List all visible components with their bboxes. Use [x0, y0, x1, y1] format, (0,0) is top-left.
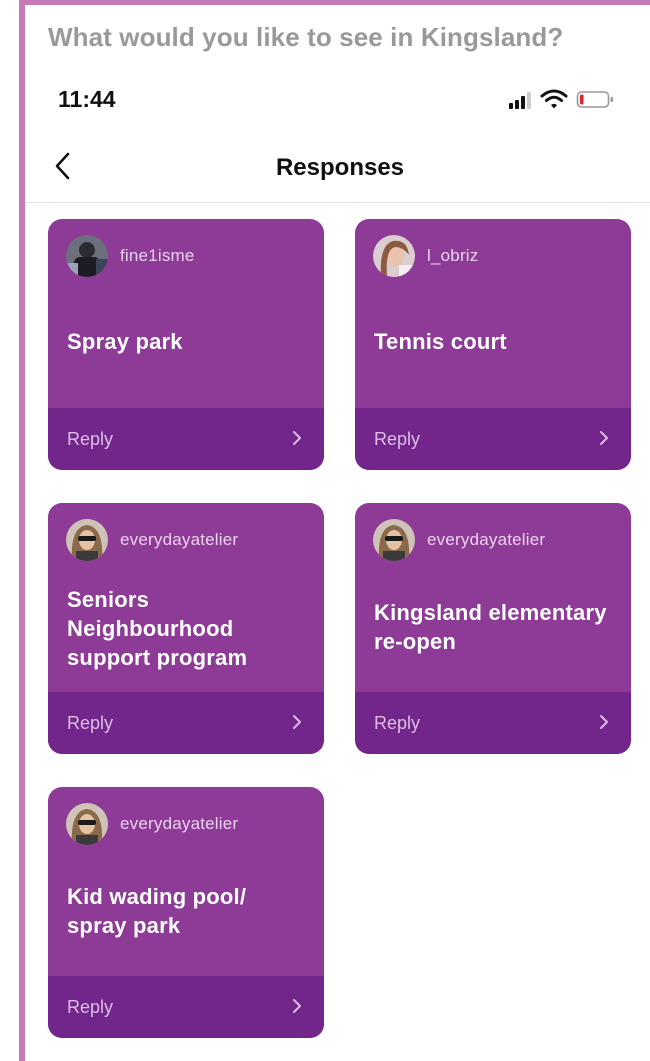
response-card[interactable]: l_obriz Tennis court Reply	[355, 219, 631, 470]
nav-title: Responses	[275, 154, 405, 181]
chevron-right-icon	[600, 431, 608, 445]
reply-label: Reply	[67, 429, 114, 449]
response-text: Spray park	[67, 329, 183, 354]
nav-bar: Responses	[25, 140, 650, 202]
chevron-right-icon	[293, 431, 301, 445]
username: everydayatelier	[427, 530, 546, 549]
chevron-right-icon	[293, 999, 301, 1013]
reply-button[interactable]: Reply	[48, 976, 324, 1038]
response-card[interactable]: everydayatelier Seniors Neighbourhood su…	[48, 503, 324, 754]
avatar	[373, 235, 415, 277]
reply-label: Reply	[67, 997, 114, 1017]
avatar	[373, 519, 415, 561]
nav-divider	[25, 202, 650, 203]
avatar	[66, 519, 108, 561]
response-card[interactable]: fine1isme Spray park Reply	[48, 219, 324, 470]
response-card[interactable]: everydayatelier Kid wading pool/ spray p…	[48, 787, 324, 1038]
reply-button[interactable]: Reply	[355, 692, 631, 754]
response-text: Kid wading pool/ spray park	[67, 884, 247, 938]
response-text: Seniors Neighbourhood support program	[67, 587, 248, 670]
reply-button[interactable]: Reply	[48, 692, 324, 754]
wifi-icon	[540, 89, 568, 109]
battery-icon	[576, 91, 613, 108]
username: everydayatelier	[120, 814, 239, 833]
reply-button[interactable]: Reply	[355, 408, 631, 470]
page-headline: What would you like to see in Kingsland?	[48, 22, 564, 52]
chevron-right-icon	[600, 715, 608, 729]
status-icons	[508, 86, 620, 112]
reply-label: Reply	[67, 713, 114, 733]
chevron-right-icon	[293, 715, 301, 729]
username: everydayatelier	[120, 530, 239, 549]
reply-label: Reply	[374, 713, 421, 733]
avatar	[66, 235, 108, 277]
username: l_obriz	[427, 246, 479, 265]
reply-button[interactable]: Reply	[48, 408, 324, 470]
username: fine1isme	[120, 246, 195, 265]
frame-border-top	[19, 0, 650, 5]
response-text: Tennis court	[374, 329, 507, 354]
response-text: Kingsland elementary re-open	[374, 600, 607, 654]
avatar	[66, 803, 108, 845]
reply-label: Reply	[374, 429, 421, 449]
status-time: 11:44	[58, 86, 116, 112]
response-card[interactable]: everydayatelier Kingsland elementary re-…	[355, 503, 631, 754]
signal-icon	[509, 92, 531, 109]
